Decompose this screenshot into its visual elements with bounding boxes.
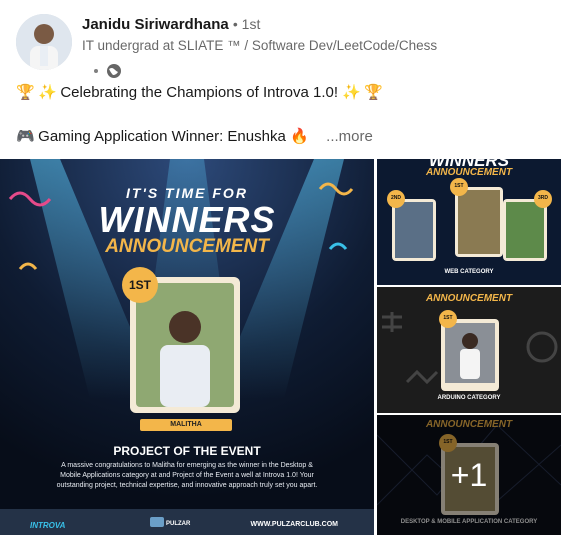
thumb1-rank-2: 2ND [390, 195, 401, 201]
see-more-link[interactable]: ...more [326, 128, 373, 145]
fire-icon: 🔥 [289, 128, 309, 145]
award-title: PROJECT OF THE EVENT [113, 444, 261, 458]
poster-footer-left: INTROVA [30, 521, 66, 530]
gamepad-icon: 🎮 [16, 128, 35, 145]
sparkles-icon: ✨ [342, 84, 361, 101]
thumbnail-arduino-category[interactable]: ANNOUNCEMENT 1ST ARDUINO CATEGORY [377, 287, 561, 413]
thumb1-subtitle: ANNOUNCEMENT [425, 167, 513, 178]
post-visibility [94, 62, 122, 80]
post-header: Janidu Siriwardhana • 1st IT undergrad a… [16, 12, 546, 78]
rank-badge: 1ST [128, 278, 151, 292]
avatar-photo [16, 14, 72, 70]
more-images-overlay[interactable]: +1 [377, 415, 561, 535]
main-poster-image[interactable]: IT'S TIME FOR WINNERS ANNOUNCEMENT 1ST M… [0, 159, 374, 535]
post-line-2: 🎮 Gaming Application Winner: Enushka 🔥 .… [16, 126, 546, 147]
thumbnail-desktop-mobile-category[interactable]: ANNOUNCEMENT 1ST DESKTOP & MOBILE APPLIC… [377, 415, 561, 535]
trophy-icon: 🏆 [16, 84, 35, 101]
post-text: 🏆 ✨ Celebrating the Champions of Introva… [16, 82, 546, 147]
thumb1-category: WEB CATEGORY [444, 269, 494, 275]
media-grid: IT'S TIME FOR WINNERS ANNOUNCEMENT 1ST M… [0, 159, 561, 535]
more-images-count: +1 [450, 456, 488, 493]
poster-description: A massive congratulations to Malitha for… [56, 462, 318, 489]
thumb1-rank-1: 1ST [454, 183, 464, 189]
connection-degree: • 1st [232, 16, 261, 32]
thumb1-rank-3: 3RD [537, 195, 548, 201]
author-name[interactable]: Janidu Siriwardhana [82, 16, 229, 33]
post-line-1-text: Celebrating the Champions of Introva 1.0… [60, 84, 339, 101]
thumb2-subtitle: ANNOUNCEMENT [425, 293, 513, 304]
sparkles-icon: ✨ [38, 84, 57, 101]
winner-name: MALITHA [170, 421, 202, 428]
separator-dot [94, 69, 98, 73]
globe-icon [107, 64, 121, 78]
thumb2-category: ARDUINO CATEGORY [437, 395, 501, 401]
poster-subtitle: ANNOUNCEMENT [105, 236, 269, 257]
poster-footer-mid: PULZAR [166, 521, 191, 527]
trophy-icon: 🏆 [364, 84, 384, 101]
poster-title: WINNERS [98, 199, 276, 240]
thumbnail-web-category[interactable]: WINNERS ANNOUNCEMENT 2ND 1ST 3RD WEB CAT… [377, 159, 561, 285]
author-headline: IT undergrad at SLIATE ™ / Software Dev/… [82, 38, 438, 53]
post-line-2-text: Gaming Application Winner: Enushka [38, 128, 286, 145]
author-avatar[interactable] [16, 14, 72, 70]
thumb2-rank: 1ST [443, 315, 453, 321]
poster-footer-url: WWW.PULZARCLUB.COM [250, 521, 338, 528]
post-line-1: 🏆 ✨ Celebrating the Champions of Introva… [16, 82, 546, 103]
